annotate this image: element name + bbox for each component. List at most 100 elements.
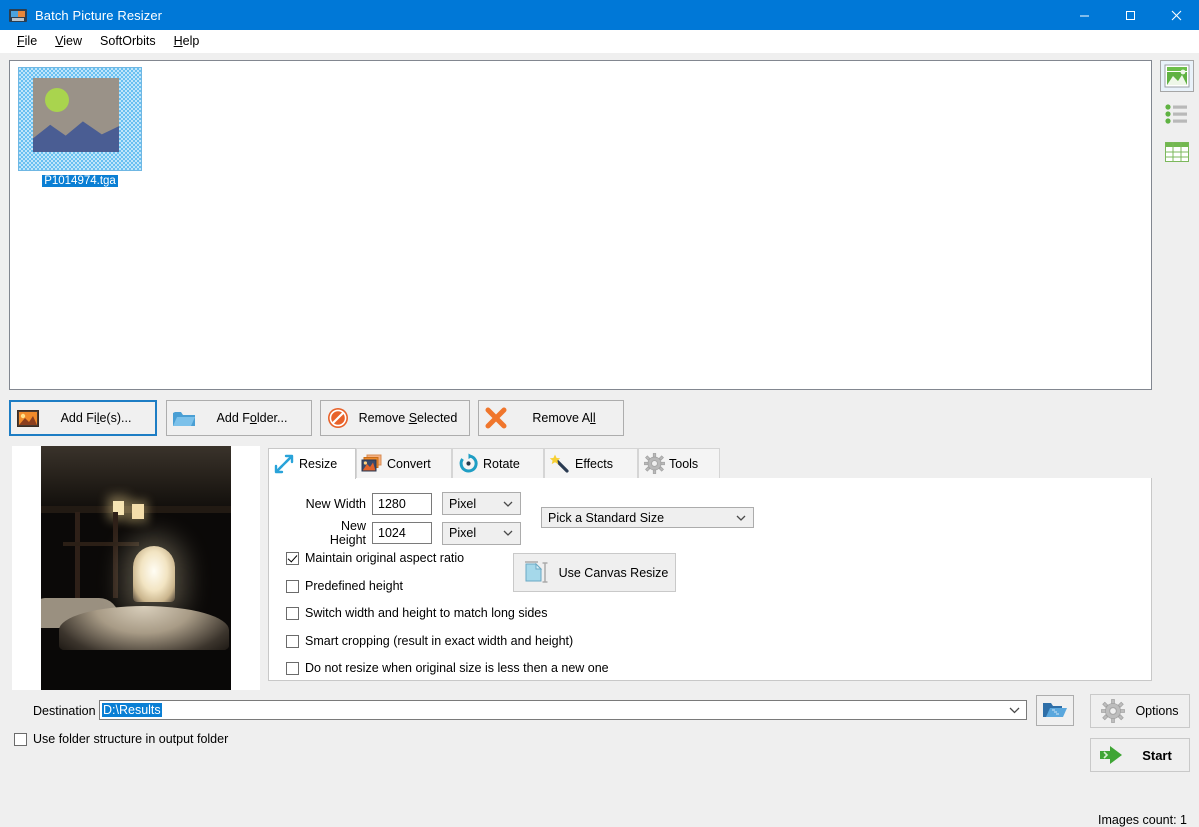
use-canvas-resize-button[interactable]: Use Canvas Resize — [513, 553, 676, 592]
browse-folder-button[interactable] — [1036, 695, 1074, 726]
images-count-label: Images count: 1 — [1098, 813, 1187, 827]
tab-effects-label: Effects — [575, 456, 613, 471]
thumbnail-view-icon[interactable] — [1160, 60, 1194, 92]
thumbnail-image — [18, 67, 142, 171]
checkbox-box[interactable] — [286, 634, 299, 648]
start-label: Start — [1142, 747, 1172, 763]
checkbox-label: Use folder structure in output folder — [33, 732, 229, 746]
chevron-down-icon[interactable] — [1009, 703, 1020, 717]
standard-size-select[interactable]: Pick a Standard Size — [541, 507, 754, 528]
new-width-label: New Width — [305, 496, 366, 511]
list-view-icon[interactable] — [1160, 98, 1194, 130]
gear-icon — [639, 453, 669, 474]
add-files-button[interactable]: Add File(s)... — [9, 400, 157, 436]
picture-icon — [11, 409, 45, 427]
tab-rotate[interactable]: Rotate — [452, 448, 544, 478]
file-list-panel[interactable]: P1014974.tga — [9, 60, 1152, 390]
new-width-unit-select[interactable]: Pixel — [442, 492, 521, 515]
new-width-unit-value: Pixel — [449, 496, 477, 511]
checkbox-predefined-height[interactable]: Predefined height — [286, 579, 403, 593]
tab-convert-label: Convert — [387, 456, 431, 471]
chevron-down-icon — [503, 526, 513, 540]
gear-icon — [1091, 699, 1135, 723]
checkbox-box[interactable] — [286, 661, 299, 675]
start-button[interactable]: Start — [1090, 738, 1190, 772]
application-window: Batch Picture Resizer File View SoftOrbi… — [0, 0, 1199, 827]
new-width-input[interactable] — [372, 492, 432, 515]
rotate-circle-icon — [453, 453, 483, 474]
remove-all-label: Remove All — [532, 411, 596, 425]
checkbox-box[interactable] — [14, 732, 27, 746]
window-title: Batch Picture Resizer — [35, 7, 163, 23]
image-preview — [12, 446, 260, 690]
minimize-button[interactable] — [1061, 0, 1107, 30]
add-files-label: Add File(s)... — [60, 411, 132, 425]
tab-tools-label: Tools — [669, 456, 699, 471]
checkbox-box[interactable] — [286, 606, 299, 620]
view-mode-bar — [1160, 60, 1194, 174]
file-actions-toolbar: Add File(s)... Add Folder... Remove Sele… — [0, 400, 1199, 827]
convert-images-icon — [357, 454, 387, 473]
preview-photo — [41, 446, 231, 690]
checkbox-do-not-resize[interactable]: Do not resize when original size is less… — [286, 661, 609, 675]
new-height-unit-select[interactable]: Pixel — [442, 521, 521, 545]
checkbox-label: Predefined height — [305, 579, 403, 593]
menu-file-label: ile — [24, 34, 38, 48]
remove-selected-button[interactable]: Remove Selected — [320, 400, 470, 436]
checkbox-switch-width-height[interactable]: Switch width and height to match long si… — [286, 606, 548, 620]
menu-view[interactable]: View — [46, 32, 91, 50]
maximize-button[interactable] — [1107, 0, 1153, 30]
menu-bar: File View SoftOrbits Help — [0, 30, 1199, 53]
canvas-resize-icon — [514, 560, 558, 586]
menu-help-label: elp — [182, 34, 200, 48]
menu-softorbits-label: SoftOrbits — [100, 34, 156, 48]
add-folder-label: Add Folder... — [216, 411, 288, 425]
thumbnail-filename: P1014974.tga — [42, 175, 118, 187]
window-controls — [1061, 0, 1199, 30]
close-button[interactable] — [1153, 0, 1199, 30]
options-button[interactable]: Options — [1090, 694, 1190, 728]
new-height-input[interactable] — [372, 522, 432, 544]
new-height-unit-value: Pixel — [449, 526, 477, 540]
tab-effects[interactable]: Effects — [544, 448, 638, 478]
x-mark-icon — [479, 407, 513, 429]
standard-size-value: Pick a Standard Size — [548, 510, 665, 525]
tab-resize-label: Resize — [299, 457, 338, 471]
remove-all-button[interactable]: Remove All — [478, 400, 624, 436]
app-picture-icon — [9, 7, 27, 23]
menu-file[interactable]: File — [8, 32, 46, 50]
remove-selected-label: Remove Selected — [358, 411, 458, 425]
chevron-down-icon — [503, 497, 513, 511]
destination-input[interactable]: D:\Results — [99, 700, 1027, 720]
tab-convert[interactable]: Convert — [356, 448, 452, 478]
title-bar: Batch Picture Resizer — [0, 0, 1199, 30]
checkbox-label: Maintain original aspect ratio — [305, 551, 465, 565]
destination-label: Destination — [33, 704, 96, 718]
checkbox-smart-cropping[interactable]: Smart cropping (result in exact width an… — [286, 634, 573, 648]
checkbox-use-folder-structure[interactable]: Use folder structure in output folder — [14, 732, 228, 746]
green-arrow-icon — [1091, 744, 1135, 766]
checkbox-box[interactable] — [286, 579, 299, 593]
list-item[interactable]: P1014974.tga — [15, 67, 145, 187]
menu-help[interactable]: Help — [165, 32, 209, 50]
menu-view-label: iew — [63, 34, 83, 48]
details-view-icon[interactable] — [1160, 136, 1194, 168]
magic-wand-icon — [545, 454, 575, 474]
open-folder-icon — [1042, 699, 1068, 723]
checkbox-box[interactable] — [286, 551, 299, 565]
new-height-label: New Height — [329, 519, 366, 547]
options-label: Options — [1135, 704, 1179, 718]
destination-value: D:\Results — [102, 703, 162, 717]
chevron-down-icon — [736, 511, 746, 525]
no-entry-icon — [321, 407, 355, 429]
checkbox-label: Switch width and height to match long si… — [305, 606, 548, 620]
tab-strip: Resize Convert Rotate Effects Tools — [268, 448, 1152, 479]
checkbox-maintain-aspect-ratio[interactable]: Maintain original aspect ratio — [286, 551, 464, 565]
tab-tools[interactable]: Tools — [638, 448, 720, 478]
add-folder-button[interactable]: Add Folder... — [166, 400, 312, 436]
checkbox-label: Do not resize when original size is less… — [305, 661, 609, 675]
tab-resize[interactable]: Resize — [268, 448, 356, 479]
menu-softorbits[interactable]: SoftOrbits — [91, 32, 165, 50]
resize-arrows-icon — [269, 454, 299, 474]
tab-rotate-label: Rotate — [483, 456, 520, 471]
